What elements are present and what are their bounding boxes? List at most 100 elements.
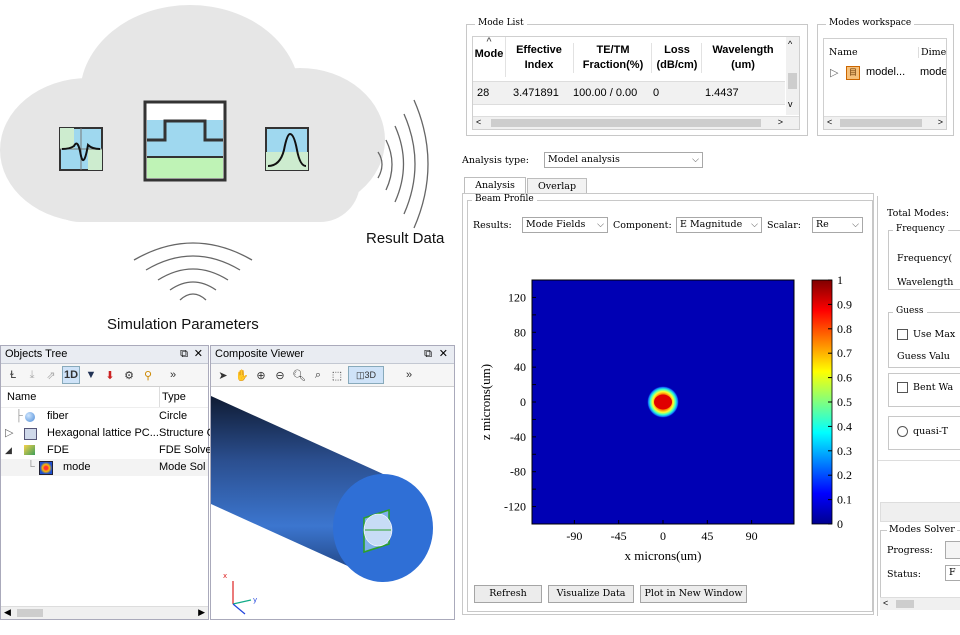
scroll-left-icon[interactable]: ◀ [4, 607, 11, 618]
chevron-down-icon: ⌵ [852, 220, 859, 230]
probe-icon[interactable]: ⚲ [140, 367, 156, 383]
close-icon[interactable]: ✕ [194, 346, 203, 363]
simulation-parameters-label: Simulation Parameters [107, 316, 259, 333]
cell-mode: 28 [477, 87, 490, 99]
ws-col-name[interactable]: Name [829, 47, 858, 58]
sort-up-icon: ^ [486, 37, 492, 46]
tree-icon[interactable]: Ɫ [5, 367, 21, 383]
side-horizontal-scrollbar[interactable]: < [880, 597, 960, 610]
waveguide-icon [143, 100, 227, 182]
float-icon[interactable]: ⧉ [180, 346, 188, 363]
pan-hand-icon[interactable]: ✋ [234, 367, 250, 383]
fiber-3d-view[interactable]: x y [211, 386, 454, 619]
cloud-illustration [0, 5, 429, 229]
scroll-thumb[interactable] [788, 73, 797, 89]
scroll-right-icon[interactable]: > [778, 117, 783, 127]
colorbar-tick-label: 0.2 [837, 468, 852, 482]
checkbox-icon [897, 329, 908, 340]
modes-solver-title: Modes Solver [887, 524, 957, 535]
expand-icon[interactable]: ▷ [830, 66, 838, 79]
col-fraction-header[interactable]: TE/TM Fraction(%) [573, 43, 652, 73]
mode-list-row[interactable]: 28 3.471891 100.00 / 0.00 0 1.4437 [473, 81, 785, 105]
viewer-toolbar: ➤ ✋ ⊕ ⊖ 🔍︎ ⌕ ⬚ ◫ 3D » [211, 364, 454, 387]
zoom-out-icon[interactable]: ⊖ [272, 367, 288, 383]
x-tick-label: -90 [566, 529, 582, 543]
pin-icon[interactable]: ⇗ [43, 367, 59, 383]
more-icon[interactable]: » [165, 367, 181, 383]
arrow-red-icon[interactable]: ⬇ [102, 367, 118, 383]
component-select[interactable]: E Magnitude ⌵ [676, 217, 762, 233]
col-name-header[interactable]: Name [7, 387, 36, 407]
insert-icon[interactable]: ▼ [83, 367, 99, 383]
y-tick-label: 120 [508, 290, 526, 304]
tree-row-lattice[interactable]: ▷ Hexagonal lattice PC... Structure G [1, 425, 215, 442]
view-3d-button[interactable]: ◫ 3D [348, 366, 384, 384]
cell-effective-index: 3.471891 [513, 87, 559, 99]
cube-icon[interactable]: ⬚ [329, 367, 345, 383]
move-down-icon[interactable]: ⤓ [24, 367, 40, 383]
tab-overlap[interactable]: Overlap [527, 178, 587, 194]
analysis-type-select[interactable]: Model analysis ⌵ [544, 152, 703, 168]
1d-icon[interactable]: 1D [62, 366, 80, 384]
settings-icon[interactable]: ⚙ [121, 367, 137, 383]
tree-row-mode[interactable]: └ mode Mode Sol [1, 459, 208, 476]
mode-list-vertical-scrollbar[interactable]: ^ v [786, 37, 799, 115]
col-mode-header[interactable]: ^ Mode [473, 37, 506, 77]
ws-row-name[interactable]: model... [866, 66, 905, 78]
tab-analysis[interactable]: Analysis [464, 177, 526, 194]
frequency-group: Frequency Frequency( Wavelength [888, 224, 960, 290]
frequency-field-label: Frequency( [897, 253, 953, 264]
colorbar-tick-label: 0.3 [837, 444, 852, 458]
pointer-icon[interactable]: ➤ [215, 367, 231, 383]
axis-x-label: x [223, 572, 227, 580]
tree-row-fiber[interactable]: ├ fiber Circle [1, 408, 208, 425]
zoom-region-icon[interactable]: ⌕ [310, 367, 326, 383]
col-wavelength-header[interactable]: Wavelength (um) [701, 43, 784, 73]
guess-group: Guess Use Max Guess Valu [888, 306, 960, 368]
close-icon[interactable]: ✕ [439, 346, 448, 363]
quasi-radio[interactable]: quasi-T [897, 426, 948, 437]
modes-solver-group: Modes Solver Progress: Status: F [880, 524, 960, 600]
scalar-select[interactable]: Re ⌵ [812, 217, 863, 233]
results-select[interactable]: Mode Fields ⌵ [522, 217, 608, 233]
ws-col-dim[interactable]: Dimen [918, 47, 946, 58]
scroll-right-icon[interactable]: > [938, 117, 943, 127]
mode-list-horizontal-scrollbar[interactable]: < > [473, 116, 799, 129]
more-icon[interactable]: » [401, 367, 417, 383]
use-max-checkbox[interactable]: Use Max [897, 329, 955, 340]
scroll-left-icon[interactable]: < [883, 598, 888, 608]
beam-profile-chart[interactable]: -90 -45 0 45 90 120 80 40 0 -40 -80 -120 0 0.1 0.2 0.3 0… [470, 270, 870, 570]
scroll-thumb[interactable] [491, 119, 761, 127]
workspace-horizontal-scrollbar[interactable]: < > [824, 116, 946, 129]
refresh-button[interactable]: Refresh [474, 585, 542, 603]
tree-horizontal-scrollbar[interactable]: ◀ ▶ [1, 606, 208, 619]
scroll-right-icon[interactable]: ▶ [198, 607, 205, 618]
objects-tree-toolbar: Ɫ ⤓ ⇗ 1D ▼ ⬇ ⚙ ⚲ » [1, 364, 208, 387]
col-loss-header[interactable]: Loss (dB/cm) [651, 43, 702, 73]
cube-3d-icon: ◫ [355, 369, 365, 380]
scroll-up-icon[interactable]: ^ [788, 39, 792, 49]
colorbar-tick-label: 0.9 [837, 297, 852, 311]
axes-gizmo [232, 581, 252, 615]
zoom-icon[interactable]: 🔍︎ [291, 367, 307, 383]
tree-row-fde[interactable]: ◢ FDE FDE Solve [1, 442, 212, 459]
zoom-in-icon[interactable]: ⊕ [253, 367, 269, 383]
divider [878, 460, 960, 461]
visualize-data-button[interactable]: Visualize Data [548, 585, 634, 603]
float-icon[interactable]: ⧉ [424, 346, 432, 363]
scroll-left-icon[interactable]: < [476, 117, 481, 127]
tree-item-type: FDE Solve [159, 444, 212, 456]
scroll-thumb[interactable] [896, 600, 914, 608]
signal-arcs [133, 242, 253, 301]
bent-waveguide-checkbox[interactable]: Bent Wa [897, 382, 953, 393]
mode-core [654, 394, 672, 410]
plot-new-window-button[interactable]: Plot in New Window [640, 585, 747, 603]
composite-viewer-panel: Composite Viewer ⧉ ✕ ➤ ✋ ⊕ ⊖ 🔍︎ ⌕ ⬚ ◫ 3D … [210, 345, 455, 620]
total-modes-label: Total Modes: [887, 208, 950, 219]
scroll-left-icon[interactable]: < [827, 117, 832, 127]
col-type-header[interactable]: Type [159, 387, 186, 407]
col-effective-index-header[interactable]: Effective Index [505, 43, 573, 73]
scroll-down-icon[interactable]: v [788, 99, 793, 109]
scroll-thumb[interactable] [840, 119, 922, 127]
scroll-thumb[interactable] [17, 609, 43, 617]
